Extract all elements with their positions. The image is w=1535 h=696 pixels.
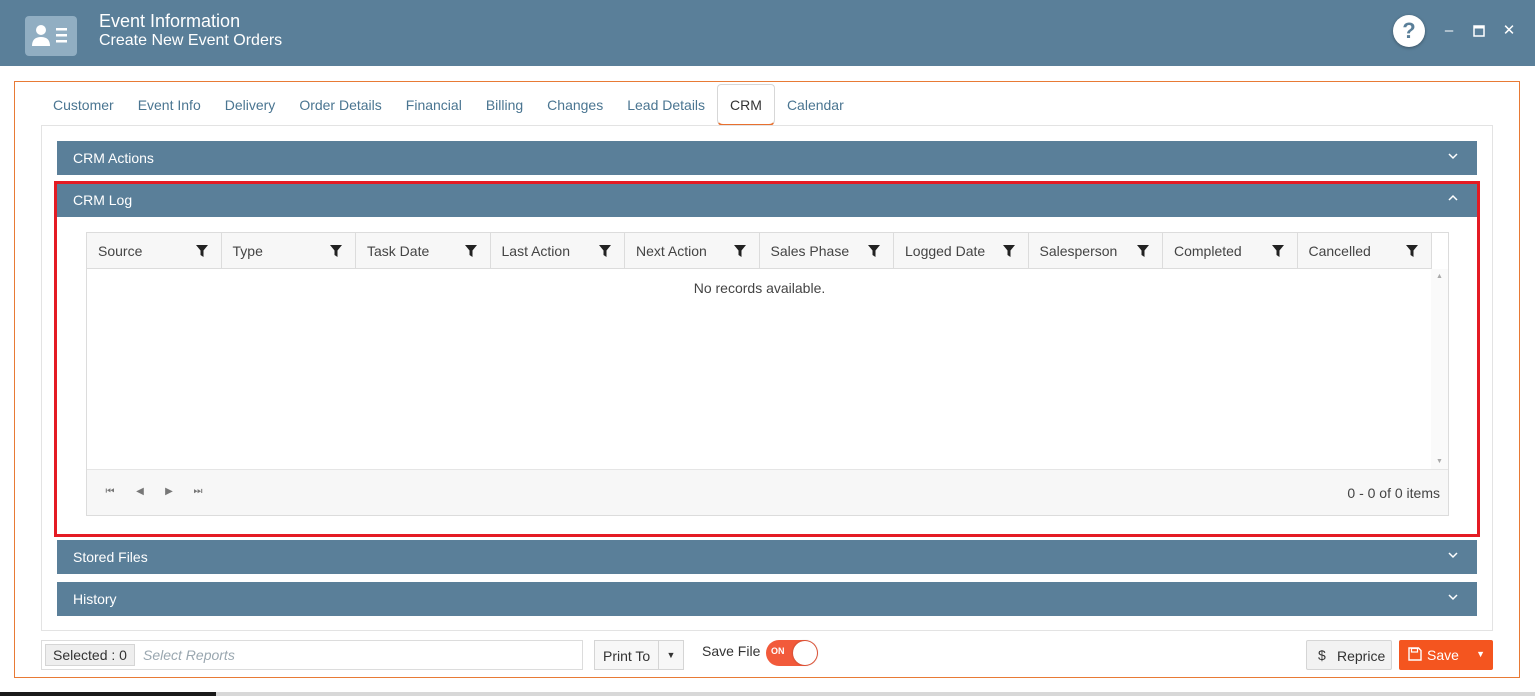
reprice-button[interactable]: $ Reprice — [1306, 640, 1392, 670]
tab-changes[interactable]: Changes — [535, 84, 615, 126]
help-icon[interactable]: ? — [1393, 15, 1425, 47]
caret-down-icon[interactable]: ▼ — [658, 641, 683, 669]
tab-event-info[interactable]: Event Info — [126, 84, 213, 126]
taskbar-strip — [0, 692, 1535, 696]
caret-down-icon[interactable]: ▼ — [1476, 649, 1485, 659]
reprice-label: Reprice — [1337, 648, 1386, 664]
taskbar-dark-segment — [0, 692, 216, 696]
toggle-knob — [793, 641, 817, 665]
window-subtitle: Create New Event Orders — [99, 32, 283, 49]
tab-calendar[interactable]: Calendar — [775, 84, 856, 126]
history-label: History — [73, 591, 117, 607]
close-button[interactable]: ✕ — [1500, 20, 1518, 42]
tab-financial[interactable]: Financial — [394, 84, 474, 126]
dollar-icon: $ — [1318, 647, 1326, 663]
window-title: Event Information — [99, 11, 241, 31]
contact-card-icon — [25, 16, 77, 56]
maximize-icon — [1473, 25, 1485, 37]
chevron-down-icon — [1448, 153, 1458, 160]
tab-customer[interactable]: Customer — [41, 84, 126, 126]
title-bar: Event Information Create New Event Order… — [0, 0, 1535, 66]
maximize-button[interactable] — [1470, 20, 1488, 42]
save-file-label: Save File — [702, 643, 761, 659]
tab-billing[interactable]: Billing — [474, 84, 535, 126]
tab-lead-details[interactable]: Lead Details — [615, 84, 717, 126]
save-button[interactable]: Save ▼ — [1399, 640, 1493, 670]
crm-log-highlight — [54, 181, 1480, 537]
tab-crm[interactable]: CRM — [717, 84, 775, 126]
tab-bar: Customer Event Info Delivery Order Detai… — [41, 84, 856, 126]
tab-order-details[interactable]: Order Details — [287, 84, 393, 126]
floppy-disk-icon — [1408, 647, 1422, 661]
stored-files-header[interactable]: Stored Files — [57, 540, 1477, 574]
toggle-on-text: ON — [771, 646, 785, 656]
save-file-toggle[interactable]: ON — [766, 640, 818, 666]
minimize-button[interactable]: – — [1440, 20, 1458, 42]
selected-count-badge: Selected : 0 — [45, 644, 135, 666]
stored-files-label: Stored Files — [73, 549, 148, 565]
report-selector[interactable]: Selected : 0 Select Reports — [41, 640, 583, 670]
crm-actions-header[interactable]: CRM Actions — [57, 141, 1477, 175]
chevron-down-icon — [1448, 594, 1458, 601]
save-label: Save — [1427, 647, 1459, 663]
tab-delivery[interactable]: Delivery — [213, 84, 288, 126]
chevron-down-icon — [1448, 552, 1458, 559]
history-header[interactable]: History — [57, 582, 1477, 616]
print-to-label: Print To — [603, 648, 651, 664]
select-reports-input[interactable]: Select Reports — [143, 647, 235, 663]
print-to-dropdown[interactable]: Print To ▼ — [594, 640, 684, 670]
crm-actions-label: CRM Actions — [73, 150, 154, 166]
